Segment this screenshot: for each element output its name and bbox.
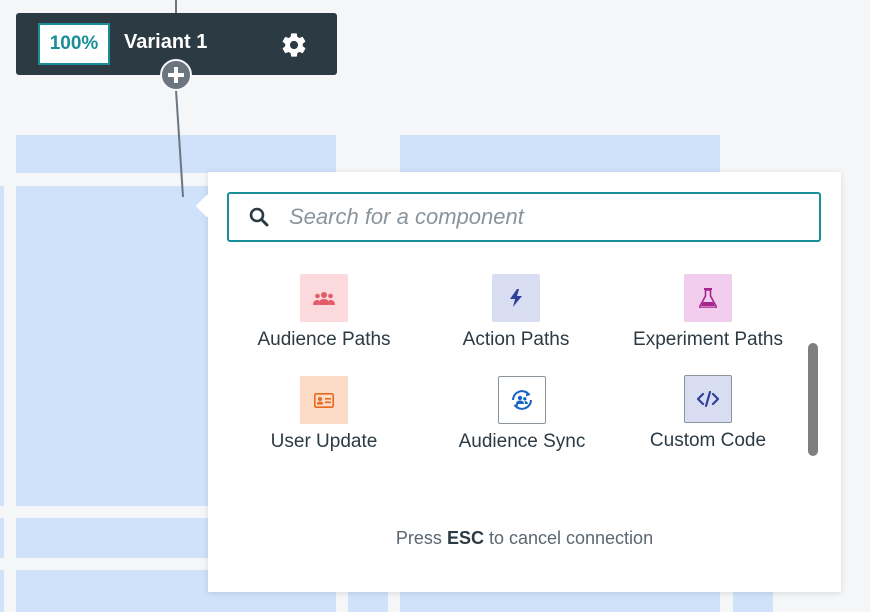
canvas-block xyxy=(400,135,720,173)
component-picker-popover: Audience Paths Action Paths Experiment P… xyxy=(195,172,841,592)
variant-name: Variant 1 xyxy=(124,31,208,53)
component-label: Custom Code xyxy=(649,430,767,451)
component-label: Audience Sync xyxy=(458,431,586,452)
component-label: Experiment Paths xyxy=(633,329,783,350)
search-box[interactable] xyxy=(227,192,821,242)
component-label: User Update xyxy=(270,431,378,452)
hint-suffix: to cancel connection xyxy=(488,528,654,548)
gear-icon[interactable] xyxy=(280,31,308,59)
canvas-block xyxy=(16,135,336,173)
bolt-icon xyxy=(492,274,540,322)
component-experiment-paths[interactable]: Experiment Paths xyxy=(613,274,803,351)
hint-key: ESC xyxy=(446,528,484,548)
component-label: Audience Paths xyxy=(257,329,391,350)
variant-percent-badge: 100% xyxy=(38,23,110,65)
flask-icon xyxy=(684,274,732,322)
canvas-block xyxy=(0,518,4,558)
search-icon xyxy=(249,207,269,227)
cancel-hint: Press ESC to cancel connection xyxy=(208,528,841,549)
plus-circle-icon[interactable] xyxy=(160,59,192,91)
component-custom-code[interactable]: Custom Code xyxy=(613,375,803,452)
id-card-icon xyxy=(300,376,348,424)
hint-prefix: Press xyxy=(395,528,442,548)
search-input[interactable] xyxy=(287,203,811,231)
component-label: Action Paths xyxy=(462,329,570,350)
people-icon xyxy=(300,274,348,322)
connector-line-top xyxy=(175,0,177,13)
code-icon xyxy=(684,375,732,423)
component-audience-sync[interactable]: Audience Sync xyxy=(427,376,617,453)
component-user-update[interactable]: User Update xyxy=(229,376,419,453)
canvas-block xyxy=(0,186,4,506)
component-action-paths[interactable]: Action Paths xyxy=(421,274,611,351)
canvas-block xyxy=(0,570,4,612)
sync-people-icon xyxy=(498,376,546,424)
scrollbar-thumb[interactable] xyxy=(808,343,818,456)
component-audience-paths[interactable]: Audience Paths xyxy=(229,274,419,351)
